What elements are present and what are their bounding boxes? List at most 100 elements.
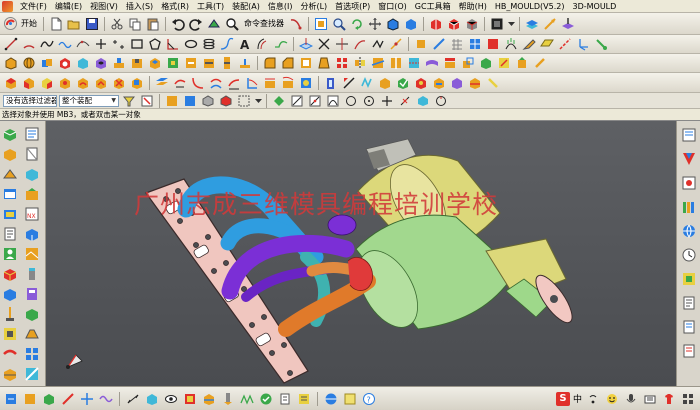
thicken-icon[interactable] <box>424 55 440 71</box>
show-hide-icon[interactable] <box>163 391 179 407</box>
skin-shirt-icon[interactable] <box>661 391 677 407</box>
menu-view[interactable]: 视图(V) <box>86 0 122 13</box>
assembly-navigator-icon[interactable] <box>2 126 18 142</box>
more-sync-icon[interactable] <box>485 75 501 91</box>
ime-language-indicator[interactable]: 中 <box>573 392 582 405</box>
replace-blend-icon[interactable] <box>413 75 429 91</box>
pattern-face-icon[interactable] <box>359 75 375 91</box>
make-coplanar-icon[interactable] <box>154 75 170 91</box>
hd3d-tab-icon[interactable] <box>681 343 697 359</box>
ortho-view-icon[interactable] <box>428 16 444 32</box>
clipping-section-icon[interactable] <box>201 391 217 407</box>
start-button-label[interactable]: 开始 <box>19 18 39 29</box>
curve-analysis-icon[interactable] <box>485 36 501 52</box>
curve-through-points-icon[interactable] <box>75 36 91 52</box>
arc-center-snap-icon[interactable] <box>361 93 377 108</box>
polygon-icon[interactable] <box>147 36 163 52</box>
revolve-icon[interactable] <box>21 55 37 71</box>
redo-icon[interactable] <box>188 16 204 32</box>
assembly-load-icon[interactable] <box>22 391 38 407</box>
nx-app-icon[interactable] <box>2 0 13 12</box>
shell-icon[interactable] <box>298 55 314 71</box>
rotate-view-icon[interactable] <box>349 16 365 32</box>
standard-parts-icon[interactable] <box>24 286 40 302</box>
insert-pocket-icon[interactable] <box>2 326 18 342</box>
menu-insert[interactable]: 插入(S) <box>122 0 157 13</box>
pocket-icon[interactable] <box>129 55 145 71</box>
pad-icon[interactable] <box>147 55 163 71</box>
subtract-icon[interactable] <box>57 55 73 71</box>
more-curve-icon[interactable] <box>593 36 609 52</box>
shell-body-icon[interactable] <box>323 75 339 91</box>
edge-curve-icon[interactable] <box>431 36 447 52</box>
measure-distance-icon[interactable] <box>125 391 141 407</box>
start-icon[interactable] <box>3 16 17 32</box>
rectangle-icon[interactable] <box>129 36 145 52</box>
graphics-window[interactable]: 广州志成三维模具编程培训学校 <box>46 121 676 386</box>
sticky-note-icon[interactable] <box>342 391 358 407</box>
system-scenes-tab-icon[interactable] <box>681 319 697 335</box>
palette-tab-icon[interactable] <box>681 271 697 287</box>
make-perpendicular-icon[interactable] <box>244 75 260 91</box>
help-icon[interactable]: ? <box>361 391 377 407</box>
offset-region-icon[interactable] <box>39 75 55 91</box>
menu-assemblies[interactable]: 装配(A) <box>228 0 264 13</box>
open-folder-icon[interactable] <box>66 16 82 32</box>
delete-face-icon[interactable] <box>111 75 127 91</box>
menu-window[interactable]: 窗口(O) <box>374 0 411 13</box>
snap-point-icon[interactable] <box>236 93 252 108</box>
fit-view-icon[interactable] <box>313 16 329 32</box>
emboss-icon[interactable] <box>165 55 181 71</box>
move-to-layer-icon[interactable] <box>542 16 558 32</box>
make-tangent-icon[interactable] <box>190 75 206 91</box>
tools-grid-icon[interactable] <box>680 391 696 407</box>
radial-dimension-icon[interactable] <box>298 75 314 91</box>
ime-s-icon[interactable]: S <box>555 391 570 406</box>
toolpath-icon[interactable] <box>239 391 255 407</box>
system-materials-icon[interactable] <box>2 206 18 222</box>
groove-icon[interactable] <box>219 55 235 71</box>
cooling-design-icon[interactable] <box>2 286 18 302</box>
select-features-icon[interactable] <box>164 93 180 108</box>
command-finder-icon[interactable] <box>224 16 240 32</box>
trimetric-view-icon[interactable] <box>446 16 462 32</box>
command-finder-label[interactable]: 命令查找器 <box>242 18 286 29</box>
reset-filter-icon[interactable] <box>139 93 155 108</box>
repeat-command-icon[interactable] <box>206 16 222 32</box>
move-face-icon[interactable] <box>3 75 19 91</box>
snap-enable-icon[interactable] <box>271 93 287 108</box>
scale-body-icon[interactable] <box>460 55 476 71</box>
wave-linker-icon[interactable] <box>98 391 114 407</box>
quick-access-icon[interactable] <box>3 391 19 407</box>
dropdown-arrow-icon[interactable] <box>507 16 515 32</box>
boss-icon[interactable] <box>111 55 127 71</box>
gate-icon[interactable] <box>24 326 40 342</box>
select-faces-icon[interactable] <box>182 93 198 108</box>
draft-icon[interactable] <box>316 55 332 71</box>
text-icon[interactable]: A <box>237 36 253 52</box>
rib-icon[interactable] <box>237 55 253 71</box>
menu-3d-mould[interactable]: 3D-MOULD <box>568 0 620 13</box>
join-curve-icon[interactable] <box>370 36 386 52</box>
copy-icon[interactable] <box>127 16 143 32</box>
emoji-icon[interactable] <box>604 391 620 407</box>
control-point-snap-icon[interactable] <box>325 93 341 108</box>
project-curve-icon[interactable] <box>298 36 314 52</box>
menu-analysis[interactable]: 分析(L) <box>296 0 331 13</box>
process-studio-icon[interactable] <box>2 226 18 242</box>
copy-to-layer-icon[interactable] <box>560 16 576 32</box>
move-component-icon[interactable] <box>79 391 95 407</box>
menu-hb-mould[interactable]: HB_MOULD(V5.2) <box>491 0 569 13</box>
select-bodies-icon[interactable] <box>200 93 216 108</box>
point-set-icon[interactable] <box>111 36 127 52</box>
existing-point-snap-icon[interactable] <box>379 93 395 108</box>
pull-face-icon[interactable] <box>21 75 37 91</box>
manufacturing-wizard-icon[interactable] <box>24 226 40 242</box>
mesh-curve-icon[interactable] <box>449 36 465 52</box>
constraint-navigator-tab-icon[interactable] <box>681 175 697 191</box>
part-navigator-tab-icon[interactable] <box>681 127 697 143</box>
line-icon[interactable] <box>3 36 19 52</box>
optimize-face-icon[interactable] <box>395 75 411 91</box>
angular-dimension-icon[interactable] <box>280 75 296 91</box>
wrap-geometry-icon[interactable] <box>478 55 494 71</box>
